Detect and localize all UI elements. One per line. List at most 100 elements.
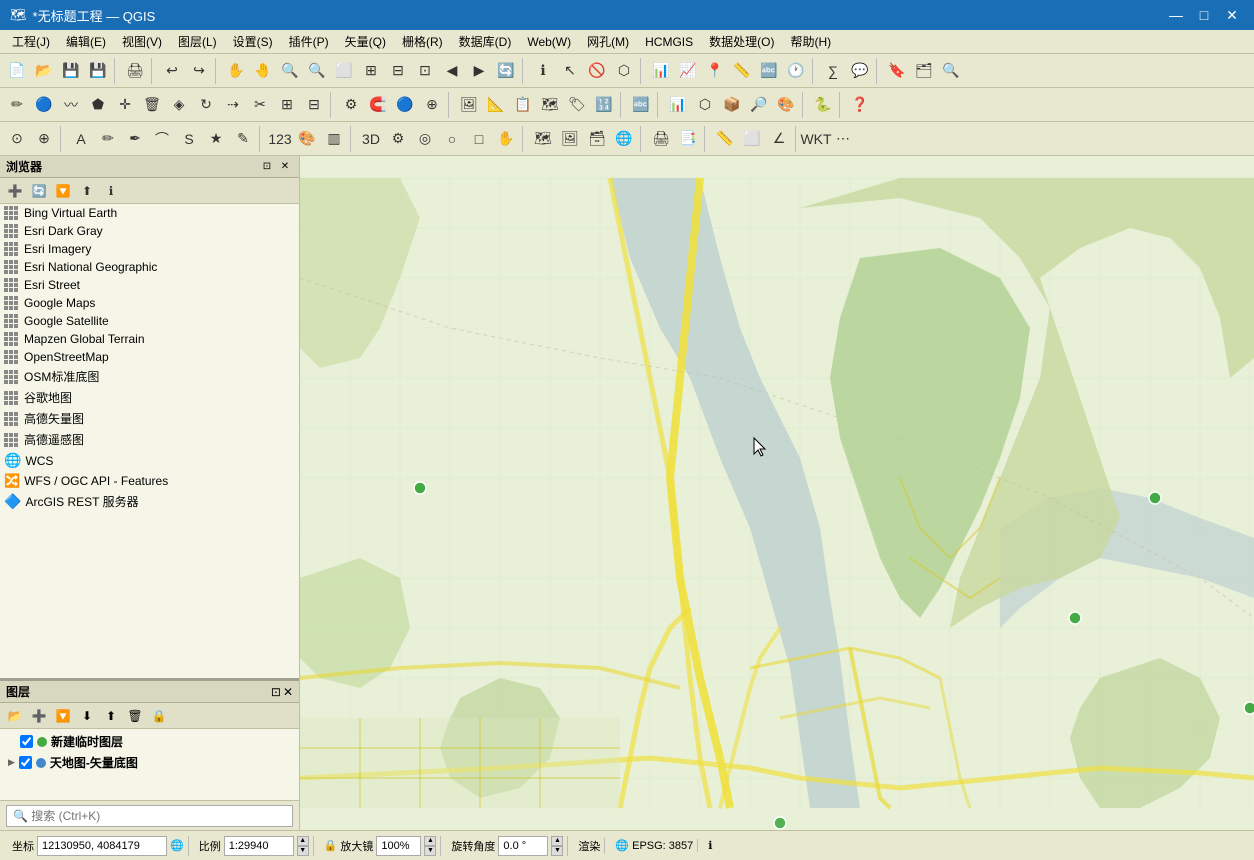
map-area[interactable] [300,156,1254,830]
scale-down-btn[interactable]: ▼ [297,846,309,856]
new-bookmark-btn[interactable]: 🔖 [884,58,910,84]
open-project-btn[interactable]: 📂 [31,58,57,84]
browser-refresh-btn[interactable]: 🔄 [28,181,50,201]
layer-checkbox-tiandi[interactable] [19,756,32,769]
browser-item-gaode-map[interactable]: 谷歌地图 [0,387,299,408]
rotate-down-btn[interactable]: ▼ [551,846,563,856]
snapping-btn[interactable]: 🧲 [365,92,391,118]
add-geom-btn[interactable]: 📐 [483,92,509,118]
add-georef-btn[interactable]: 🗺 [537,92,563,118]
digitize-btn[interactable]: ✏ [4,92,30,118]
map-tips-btn[interactable]: 💬 [847,58,873,84]
menu-web[interactable]: Web(W) [519,33,579,51]
add-poly-btn[interactable]: ⬟ [85,92,111,118]
zoom-layer-btn[interactable]: ⊟ [385,58,411,84]
zoom-next-btn[interactable]: ▶ [466,58,492,84]
3d-btn[interactable]: 3D [358,126,384,152]
statistic-btn[interactable]: 📈 [675,58,701,84]
split-btn[interactable]: ⊞ [274,92,300,118]
delete-feature-btn[interactable]: 🗑 [139,92,165,118]
browser-item-gaode-vec[interactable]: 高德矢量图 [0,408,299,429]
search-input[interactable] [6,805,293,827]
help-btn[interactable]: ❓ [847,92,873,118]
layer-order-btn[interactable]: 📦 [719,92,745,118]
add-raster-btn[interactable]: 🖼 [557,126,583,152]
number-btn[interactable]: 123 [267,126,293,152]
zoom-in-btn[interactable]: 🔍 [277,58,303,84]
menu-hcmgis[interactable]: HCMGIS [637,33,701,51]
pattern-btn[interactable]: ▥ [321,126,347,152]
rubber-band-btn[interactable]: ⬜ [331,58,357,84]
cut-feature-btn[interactable]: ✂ [247,92,273,118]
scale-input[interactable] [224,836,294,856]
zoom-input[interactable] [376,836,421,856]
style-btn[interactable]: 🎨 [773,92,799,118]
layers-open-btn[interactable]: 📂 [4,706,26,726]
add-db-btn[interactable]: 🗃 [584,126,610,152]
vertex-editor-btn[interactable]: ◈ [166,92,192,118]
star-btn[interactable]: ★ [203,126,229,152]
gps-btn[interactable]: ⊕ [31,126,57,152]
browser-float-btn[interactable]: ⊡ [259,159,275,175]
browser-item-gaode-sat[interactable]: 高德遥感图 [0,429,299,450]
rect-btn[interactable]: □ [466,126,492,152]
add-vector-btn[interactable]: 🗺 [530,126,556,152]
rotate-input[interactable] [498,836,548,856]
minimize-button[interactable]: — [1164,5,1188,25]
add-point-btn[interactable]: 🔵 [31,92,57,118]
offset-btn[interactable]: ⇢ [220,92,246,118]
close-button[interactable]: ✕ [1220,5,1244,25]
draw-btn[interactable]: ✏ [95,126,121,152]
browser-item-google-maps[interactable]: Google Maps [0,294,299,312]
menu-project[interactable]: 工程(J) [4,31,58,52]
measure-btn[interactable]: 📏 [729,58,755,84]
show-bookmarks-btn[interactable]: 🗂 [911,58,937,84]
browser-item-wcs[interactable]: 🌐 WCS [0,450,299,471]
zoom-selection-btn[interactable]: ⊡ [412,58,438,84]
zoom-full-btn[interactable]: ⊞ [358,58,384,84]
browser-item-osm-std[interactable]: OSM标准底图 [0,366,299,387]
print-btn[interactable]: 🖨 [122,58,148,84]
menu-plugins[interactable]: 插件(P) [281,31,337,52]
move-feature-btn[interactable]: ✛ [112,92,138,118]
zoom-out-btn[interactable]: 🔍 [304,58,330,84]
browser-item-esri-ng[interactable]: Esri National Geographic [0,258,299,276]
layer-item-tiandi[interactable]: ▶ 天地图-矢量底图 [0,752,299,773]
add-wms-btn[interactable]: 🌐 [611,126,637,152]
browser-filter-btn[interactable]: 🔽 [52,181,74,201]
pan-btn[interactable]: ✋ [223,58,249,84]
tracing-btn[interactable]: 🔵 [392,92,418,118]
add-label-btn[interactable]: 🏷 [564,92,590,118]
area-btn[interactable]: ⬜ [739,126,765,152]
menu-vector[interactable]: 矢量(Q) [337,31,394,52]
label-tool-btn[interactable]: 🔤 [628,92,654,118]
circle-btn[interactable]: ○ [439,126,465,152]
save-project-btn[interactable]: 💾 [58,58,84,84]
pan-map-btn[interactable]: 🤚 [250,58,276,84]
search-btn2[interactable]: 🔍 [938,58,964,84]
layers-close-btn[interactable]: ✕ [283,685,293,699]
add-line-btn[interactable]: 〰 [58,92,84,118]
menu-help[interactable]: 帮助(H) [782,31,839,52]
zoom-prev-btn[interactable]: ◀ [439,58,465,84]
browser-item-osm[interactable]: OpenStreetMap [0,348,299,366]
print2-btn[interactable]: 🖨 [648,126,674,152]
layers-add-btn[interactable]: ➕ [28,706,50,726]
menu-mesh[interactable]: 网孔(M) [579,31,637,52]
layer-item-temp[interactable]: 新建临时图层 [0,731,299,752]
browser-item-esri-imagery[interactable]: Esri Imagery [0,240,299,258]
calculator-btn[interactable]: ∑ [820,58,846,84]
menu-raster[interactable]: 栅格(R) [394,31,451,52]
color-btn[interactable]: 🎨 [294,126,320,152]
merge-btn[interactable]: ⊟ [301,92,327,118]
topology-btn[interactable]: ⊕ [419,92,445,118]
save-as-btn[interactable]: 💾 [85,58,111,84]
browser-item-bing[interactable]: Bing Virtual Earth [0,204,299,222]
atlas-btn[interactable]: 📑 [675,126,701,152]
layer-filter-btn[interactable]: 🔎 [746,92,772,118]
browser-item-google-sat[interactable]: Google Satellite [0,312,299,330]
open-attr-btn[interactable]: 📊 [648,58,674,84]
scale-up-btn[interactable]: ▲ [297,836,309,846]
menu-processing[interactable]: 数据处理(O) [701,31,782,52]
deselect-btn[interactable]: 🚫 [584,58,610,84]
